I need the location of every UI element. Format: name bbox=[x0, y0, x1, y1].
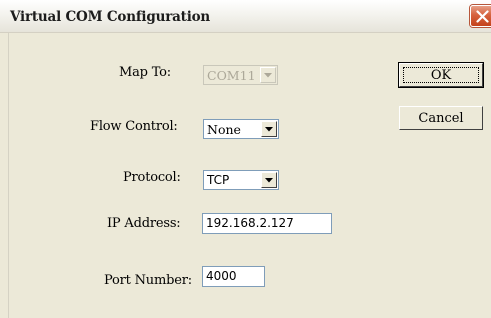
flow-control-value: None bbox=[207, 122, 241, 137]
port-number-value: 4000 bbox=[206, 269, 237, 283]
ok-button-label: OK bbox=[430, 68, 452, 83]
ok-button[interactable]: OK bbox=[398, 62, 484, 88]
protocol-label: Protocol: bbox=[123, 170, 181, 185]
map-to-label: Map To: bbox=[119, 65, 171, 80]
chevron-down-icon bbox=[265, 178, 273, 183]
close-x-icon bbox=[476, 10, 489, 23]
map-to-select: COM11 bbox=[203, 65, 278, 85]
flow-control-select[interactable]: None bbox=[203, 119, 279, 139]
ip-address-value: 192.168.2.127 bbox=[206, 216, 294, 230]
flow-control-dropdown-button[interactable] bbox=[261, 121, 277, 137]
flow-control-label: Flow Control: bbox=[90, 119, 178, 134]
protocol-value: TCP bbox=[207, 173, 230, 187]
port-number-label: Port Number: bbox=[104, 273, 192, 288]
chevron-down-icon bbox=[264, 73, 272, 78]
chevron-down-icon bbox=[265, 127, 273, 132]
close-button[interactable] bbox=[470, 5, 491, 27]
ip-address-label: IP Address: bbox=[107, 216, 181, 231]
protocol-dropdown-button[interactable] bbox=[261, 172, 277, 188]
ip-address-input[interactable]: 192.168.2.127 bbox=[202, 213, 332, 234]
protocol-select[interactable]: TCP bbox=[203, 170, 279, 190]
dialog-window: Virtual COM Configuration Map To: COM11 … bbox=[0, 0, 491, 318]
cancel-button[interactable]: Cancel bbox=[399, 106, 483, 130]
dialog-title: Virtual COM Configuration bbox=[10, 9, 211, 25]
dialog-content: Map To: COM11 Flow Control: None Protoco… bbox=[8, 33, 491, 318]
map-to-value: COM11 bbox=[207, 68, 256, 83]
map-to-dropdown-button bbox=[260, 67, 276, 83]
title-bar[interactable]: Virtual COM Configuration bbox=[0, 0, 491, 33]
cancel-button-label: Cancel bbox=[418, 111, 464, 126]
port-number-input[interactable]: 4000 bbox=[202, 266, 265, 287]
